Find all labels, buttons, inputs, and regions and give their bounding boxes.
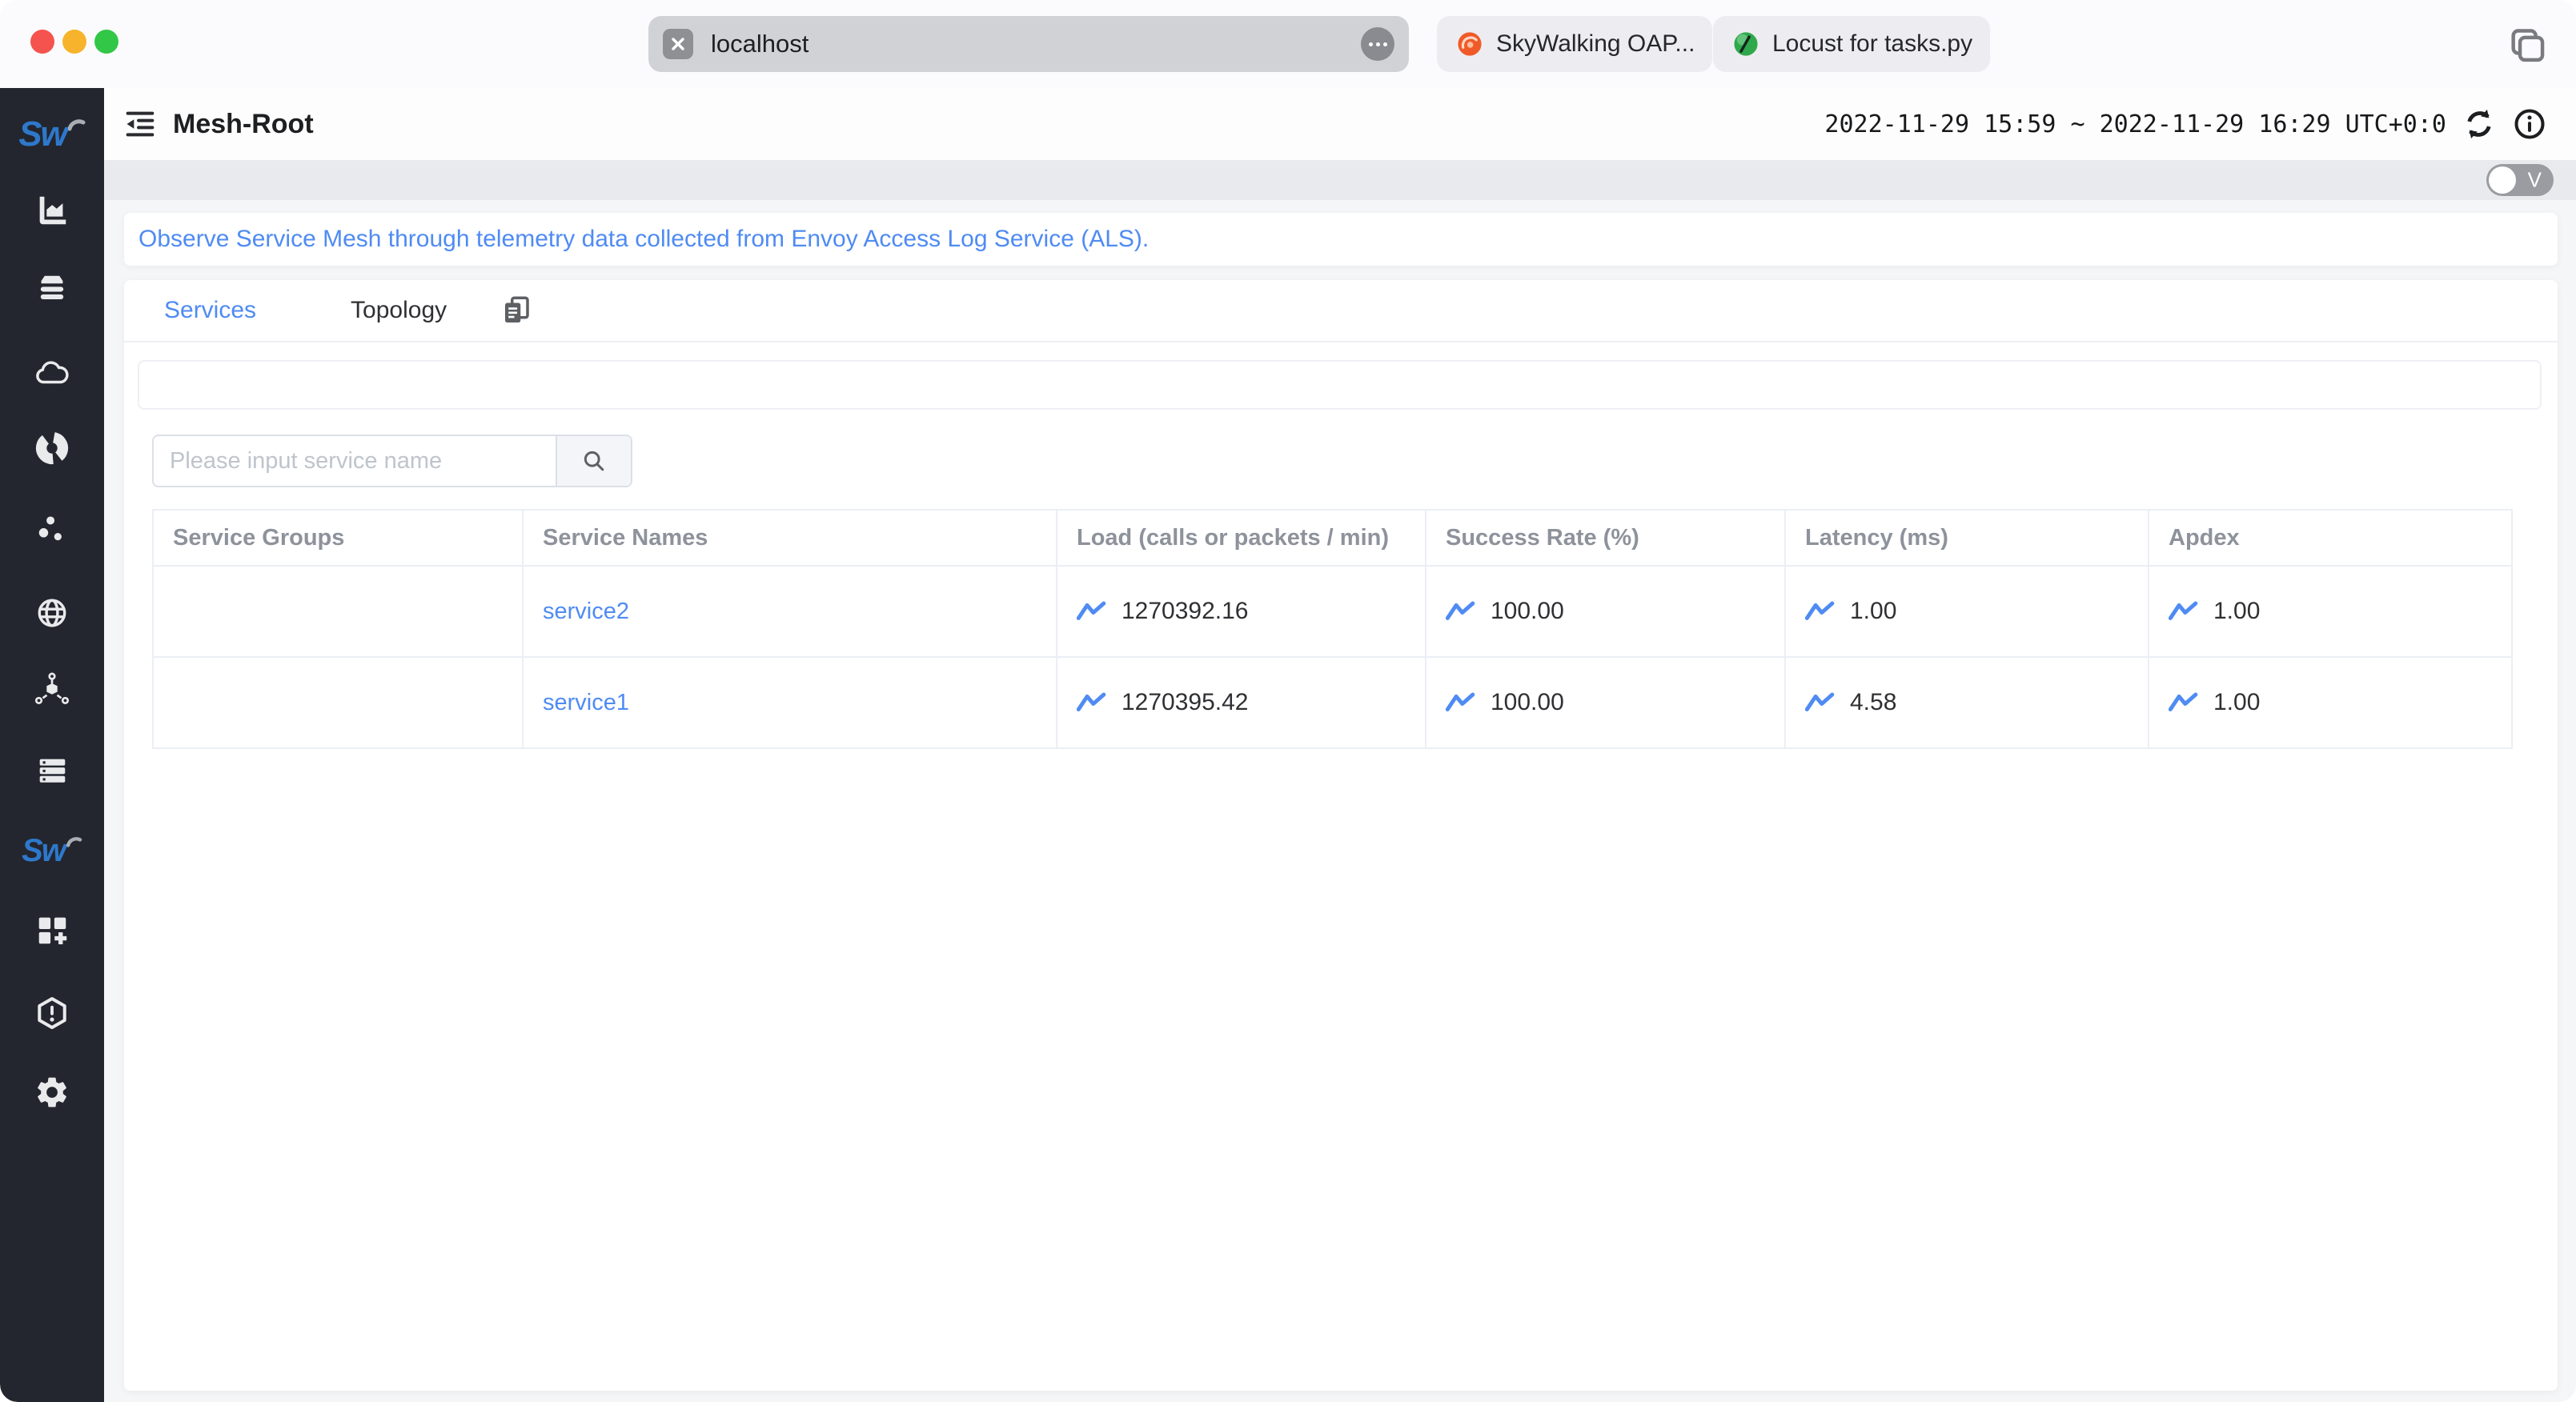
search-icon	[584, 451, 604, 471]
bar-chart-icon	[39, 196, 66, 225]
toggle-knob	[2489, 166, 2516, 194]
page-background: Observe Service Mesh through telemetry d…	[104, 200, 2576, 1402]
bookmark-tab-locust[interactable]: Locust for tasks.py	[1713, 16, 1991, 72]
donut-chart-icon	[35, 431, 69, 465]
services-table: Service Groups Service Names Load (calls…	[152, 509, 2513, 749]
copy-window-icon[interactable]	[2504, 22, 2549, 71]
browser-chrome: localhost SkyWalking OAP... Locust for t…	[0, 0, 2576, 88]
notice-banner: Observe Service Mesh through telemetry d…	[124, 213, 2558, 266]
globe-icon	[38, 599, 66, 627]
tab-services[interactable]: Services	[164, 297, 256, 324]
trend-sparkline-icon	[2169, 692, 2198, 711]
layers-icon	[40, 275, 64, 300]
clear-url-icon[interactable]	[663, 29, 693, 59]
more-options-icon[interactable]	[1361, 27, 1394, 61]
table-header-row: Service Groups Service Names Load (calls…	[152, 509, 2513, 567]
table-row: service2 1270392.16 100.00 1.00 1.00	[152, 565, 2513, 658]
sidebar: Sw Sw	[0, 88, 104, 1402]
latency-value: 4.58	[1850, 689, 1897, 715]
sidebar-item-bar-chart[interactable]	[32, 190, 72, 230]
search-input[interactable]	[154, 436, 556, 486]
service-link[interactable]: service2	[543, 599, 629, 624]
main-panel: Services Topology Service Groups	[124, 280, 2558, 1391]
empty-widget-container	[138, 360, 2542, 410]
cell-group	[152, 656, 524, 749]
service-link[interactable]: service1	[543, 690, 629, 715]
url-text: localhost	[711, 30, 809, 58]
server-rack-icon	[39, 759, 66, 783]
address-bar[interactable]: localhost	[648, 16, 1409, 72]
close-window-button[interactable]	[30, 30, 54, 54]
sidebar-item-cloud[interactable]	[32, 353, 72, 393]
sidebar-item-skywalking[interactable]: Sw	[14, 831, 90, 871]
trend-sparkline-icon	[1077, 601, 1106, 620]
page-title: Mesh-Root	[173, 108, 314, 139]
tab-bar: Services Topology	[124, 280, 2558, 342]
sidebar-item-dots[interactable]	[32, 509, 72, 549]
bookmark-tab-skywalking[interactable]: SkyWalking OAP...	[1437, 16, 1713, 72]
load-value: 1270395.42	[1121, 689, 1249, 715]
timezone[interactable]: UTC+0:0	[2345, 110, 2446, 138]
trend-sparkline-icon	[1446, 601, 1475, 620]
search-button[interactable]	[555, 436, 631, 486]
sidebar-item-cube-nodes[interactable]	[32, 670, 72, 710]
hexagon-alert-icon	[38, 996, 66, 1030]
dashboard-toolbar: V	[104, 160, 2576, 200]
gear-icon	[38, 1077, 66, 1108]
trend-sparkline-icon	[1077, 692, 1106, 711]
trend-sparkline-icon	[2169, 601, 2198, 620]
cube-nodes-icon	[34, 672, 70, 705]
col-success-rate: Success Rate (%)	[1425, 509, 1786, 567]
trend-sparkline-icon	[1805, 601, 1835, 620]
view-mode-toggle[interactable]: V	[2486, 164, 2554, 196]
col-service-groups: Service Groups	[152, 509, 524, 567]
bookmark-tab-label: SkyWalking OAP...	[1496, 30, 1695, 57]
locust-icon	[1734, 32, 1758, 56]
refresh-icon[interactable]	[2461, 106, 2498, 142]
cell-group	[152, 565, 524, 658]
skywalking-logo[interactable]: Sw	[12, 112, 92, 157]
latency-value: 1.00	[1850, 598, 1897, 624]
grid-plus-icon	[38, 917, 67, 945]
success-rate-value: 100.00	[1491, 598, 1564, 624]
browser-window: localhost SkyWalking OAP... Locust for t…	[0, 0, 2576, 1402]
copy-pages-icon[interactable]	[500, 294, 533, 327]
collapse-sidebar-icon[interactable]	[122, 106, 158, 142]
grafana-icon	[1458, 32, 1482, 56]
sidebar-item-settings[interactable]	[32, 1072, 72, 1112]
service-search	[152, 435, 632, 487]
app-header: Mesh-Root 2022-11-29 15:59 ~ 2022-11-29 …	[104, 88, 2576, 160]
bookmark-tab-label: Locust for tasks.py	[1772, 30, 1973, 57]
sidebar-item-globe[interactable]	[32, 593, 72, 633]
col-load: Load (calls or packets / min)	[1056, 509, 1426, 567]
sidebar-item-grid-plus[interactable]	[32, 910, 72, 950]
success-rate-value: 100.00	[1491, 689, 1564, 715]
minimize-window-button[interactable]	[62, 30, 86, 54]
sidebar-item-alert[interactable]	[32, 993, 72, 1033]
info-icon[interactable]	[2512, 106, 2547, 142]
col-latency: Latency (ms)	[1784, 509, 2149, 567]
apdex-value: 1.00	[2213, 598, 2261, 624]
trend-sparkline-icon	[1805, 692, 1835, 711]
sidebar-item-donut[interactable]	[32, 428, 72, 468]
sidebar-item-server-rack[interactable]	[32, 751, 72, 791]
sidebar-item-layers[interactable]	[32, 269, 72, 309]
zoom-window-button[interactable]	[94, 30, 118, 54]
trend-sparkline-icon	[1446, 692, 1475, 711]
scatter-dots-icon	[38, 516, 62, 541]
tab-topology[interactable]: Topology	[351, 297, 447, 324]
col-service-names: Service Names	[522, 509, 1057, 567]
cloud-icon	[36, 361, 69, 384]
col-apdex: Apdex	[2148, 509, 2513, 567]
toggle-label: V	[2527, 167, 2542, 192]
time-range[interactable]: 2022-11-29 15:59 ~ 2022-11-29 16:29	[1824, 110, 2330, 138]
apdex-value: 1.00	[2213, 689, 2261, 715]
load-value: 1270392.16	[1121, 598, 1249, 624]
table-row: service1 1270395.42 100.00 4.58 1.00	[152, 656, 2513, 749]
